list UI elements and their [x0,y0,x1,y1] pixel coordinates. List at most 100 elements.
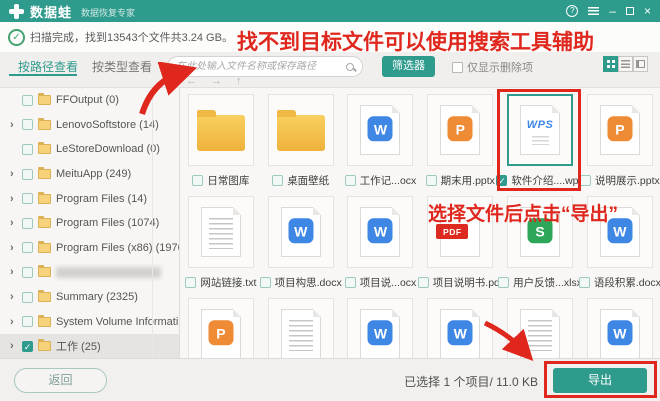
file-checkbox[interactable] [580,175,591,186]
list-view-button[interactable] [618,56,633,72]
sidebar-folder-item[interactable]: LeStoreDownload (0) [0,137,179,162]
folder-icon [276,110,325,151]
file-name: 日常图库 [207,175,250,187]
close-icon[interactable]: × [644,5,651,17]
file-card[interactable]: P [187,298,254,358]
file-item[interactable]: 网站链接.txt [181,190,261,292]
expand-arrow-icon[interactable]: › [10,119,22,131]
sidebar-folder-item[interactable]: › MeituApp (249) [0,162,179,187]
file-checkbox[interactable] [185,277,197,288]
sidebar-folder-item[interactable]: › [0,260,179,285]
expand-arrow-icon[interactable]: › [10,242,22,254]
file-item[interactable]: 桌面壁纸 [261,88,341,190]
search-icon[interactable] [346,62,354,71]
minimize-icon[interactable]: – [609,5,616,17]
help-icon[interactable]: ? [566,5,579,17]
folder-icon [38,240,51,253]
expand-arrow-icon[interactable]: › [10,316,22,328]
preview-view-button[interactable] [633,56,648,72]
folder-name: System Volume Informati [56,315,179,328]
expand-arrow-icon[interactable]: › [10,193,22,205]
expand-arrow-icon[interactable]: › [10,168,22,180]
file-checkbox[interactable] [578,277,590,288]
file-checkbox[interactable] [417,277,429,288]
folder-checkbox[interactable] [22,119,33,131]
file-card[interactable] [267,298,334,358]
file-item[interactable]: P 期末用.pptx [420,88,500,190]
file-card[interactable]: W [347,196,414,268]
grid-view-button[interactable] [603,56,618,72]
file-item[interactable]: W [341,292,421,358]
file-name: 桌面壁纸 [287,175,330,187]
expand-arrow-icon[interactable]: › [10,217,22,229]
sidebar-folder-item[interactable]: › ✓ 工作 (25) [0,333,179,358]
file-checkbox[interactable] [344,277,356,288]
sidebar-folder-item[interactable]: › System Volume Informati [0,309,179,334]
annotation-export-box [544,361,657,398]
folder-name [56,266,161,278]
folder-checkbox[interactable] [22,193,33,205]
file-name: 用户反馈...xlsx [513,277,583,289]
file-item[interactable] [261,292,341,358]
folder-name: Summary (2325) [56,291,138,304]
file-item[interactable]: P 说明展示.pptx [580,88,660,190]
menu-icon[interactable] [588,7,600,15]
sidebar-folder-item[interactable]: › Program Files (14) [0,186,179,211]
file-checkbox[interactable] [425,175,437,186]
file-item[interactable]: W 项目说...ocx [341,190,421,292]
deleted-only-checkbox[interactable] [452,61,463,73]
txt-file-icon [200,207,241,257]
file-card[interactable]: P [427,94,494,166]
expand-arrow-icon[interactable]: › [10,340,22,352]
folder-checkbox[interactable] [22,316,33,328]
file-card[interactable]: W [586,298,653,358]
file-checkbox[interactable] [498,277,510,288]
sidebar-folder-item[interactable]: › Program Files (1074) [0,211,179,236]
file-item[interactable]: W 工作记...ocx [341,88,421,190]
sidebar-folder-item[interactable]: › Program Files (x86) (1976 [0,236,179,261]
nav-forward-icon[interactable]: → [211,75,222,87]
folder-checkbox[interactable] [22,266,33,278]
file-card[interactable]: P [586,94,653,166]
folder-icon [38,339,51,352]
folder-checkbox[interactable] [22,217,33,229]
folder-checkbox[interactable] [22,94,33,106]
file-checkbox[interactable] [259,277,271,288]
expand-arrow-icon[interactable]: › [10,291,22,303]
ppt-file-icon: P [599,105,640,155]
folder-checkbox[interactable] [22,168,33,180]
word-file-icon: W [360,309,401,358]
file-card[interactable] [267,94,334,166]
annotation-selected-file-box [497,89,581,191]
file-item[interactable]: P [181,292,261,358]
file-checkbox[interactable] [344,175,356,186]
file-checkbox[interactable] [272,175,284,186]
back-button[interactable]: 返回 [14,368,107,393]
deleted-only-toggle[interactable]: 仅显示删除项 [452,59,533,75]
sidebar-folder-item[interactable]: › Summary (2325) [0,285,179,310]
nav-up-icon[interactable]: ↑ [236,75,242,87]
folder-checkbox[interactable]: ✓ [22,340,33,352]
file-name: 网站链接.txt [200,277,257,289]
maximize-icon[interactable] [625,7,634,15]
grid-view-icon [606,60,615,68]
folder-name: FFOutput (0) [56,94,119,107]
file-card[interactable] [187,196,254,268]
ppt-file-icon: P [440,105,481,155]
expand-arrow-icon[interactable]: › [10,266,22,278]
folder-icon [38,142,51,155]
folder-name: 工作 (25) [56,341,101,354]
file-card[interactable]: W [347,94,414,166]
folder-checkbox[interactable] [22,242,33,254]
folder-checkbox[interactable] [22,143,33,155]
file-card[interactable]: W [347,298,414,358]
file-checkbox[interactable] [192,175,204,186]
file-item[interactable]: W [580,292,660,358]
file-name: 语段积累.docx [593,277,660,289]
folder-icon [38,265,51,278]
file-card[interactable]: W [267,196,334,268]
tab-by-path[interactable]: 按路径查看 [18,58,78,75]
folder-checkbox[interactable] [22,291,33,303]
file-item[interactable]: W 项目构思.docx [259,190,342,292]
filter-button[interactable]: 筛选器 [382,56,435,77]
